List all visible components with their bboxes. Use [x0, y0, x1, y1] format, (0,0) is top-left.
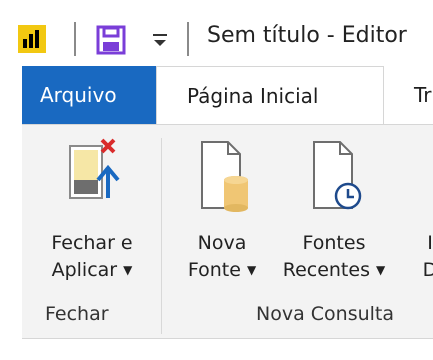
tab-arquivo[interactable]: Arquivo	[22, 66, 156, 124]
window-left-edge	[0, 66, 22, 360]
recent-sources-button[interactable]: Fontes Recentes ▼	[276, 132, 392, 284]
enter-data-button[interactable]: I D	[410, 132, 433, 284]
close-apply-icon	[69, 138, 120, 199]
chevron-down-icon: ▼	[246, 263, 257, 277]
close-apply-label-line2: Aplicar ▼	[51, 259, 133, 281]
close-apply-label-line1: Fechar e	[51, 232, 133, 254]
recent-sources-label-line2: Recentes ▼	[282, 259, 386, 281]
new-source-label-line2: Fonte ▼	[187, 259, 257, 281]
customize-quick-access-icon[interactable]	[150, 29, 170, 51]
tab-pagina-inicial[interactable]: Página Inicial	[156, 66, 384, 124]
titlebar-separator	[187, 22, 189, 56]
enter-data-label-line2: D	[422, 259, 433, 281]
group-separator	[161, 138, 162, 334]
recent-sources-icon	[313, 141, 362, 210]
power-bi-logo-icon	[18, 25, 46, 53]
content-area-top	[22, 338, 433, 360]
new-source-label-line1: Nova	[197, 232, 247, 254]
recent-sources-label-line1: Fontes	[302, 232, 366, 254]
ribbon-tabs: Arquivo Página Inicial Tr	[0, 66, 433, 124]
close-apply-button[interactable]: Fechar e Aplicar ▼	[32, 132, 152, 284]
new-source-icon	[201, 141, 248, 212]
tab-transformar[interactable]: Tr	[414, 66, 433, 124]
group-label-fechar: Fechar	[45, 303, 109, 325]
enter-data-label-line1: I	[427, 232, 433, 254]
group-label-nova-consulta: Nova Consulta	[256, 303, 395, 325]
titlebar-separator	[74, 22, 76, 56]
title-bar: Sem título - Editor	[0, 0, 433, 66]
new-source-button[interactable]: Nova Fonte ▼	[172, 132, 272, 284]
save-icon[interactable]	[96, 25, 126, 55]
chevron-down-icon: ▼	[376, 263, 386, 277]
window-title: Sem título - Editor	[207, 23, 407, 48]
chevron-down-icon: ▼	[123, 263, 133, 277]
